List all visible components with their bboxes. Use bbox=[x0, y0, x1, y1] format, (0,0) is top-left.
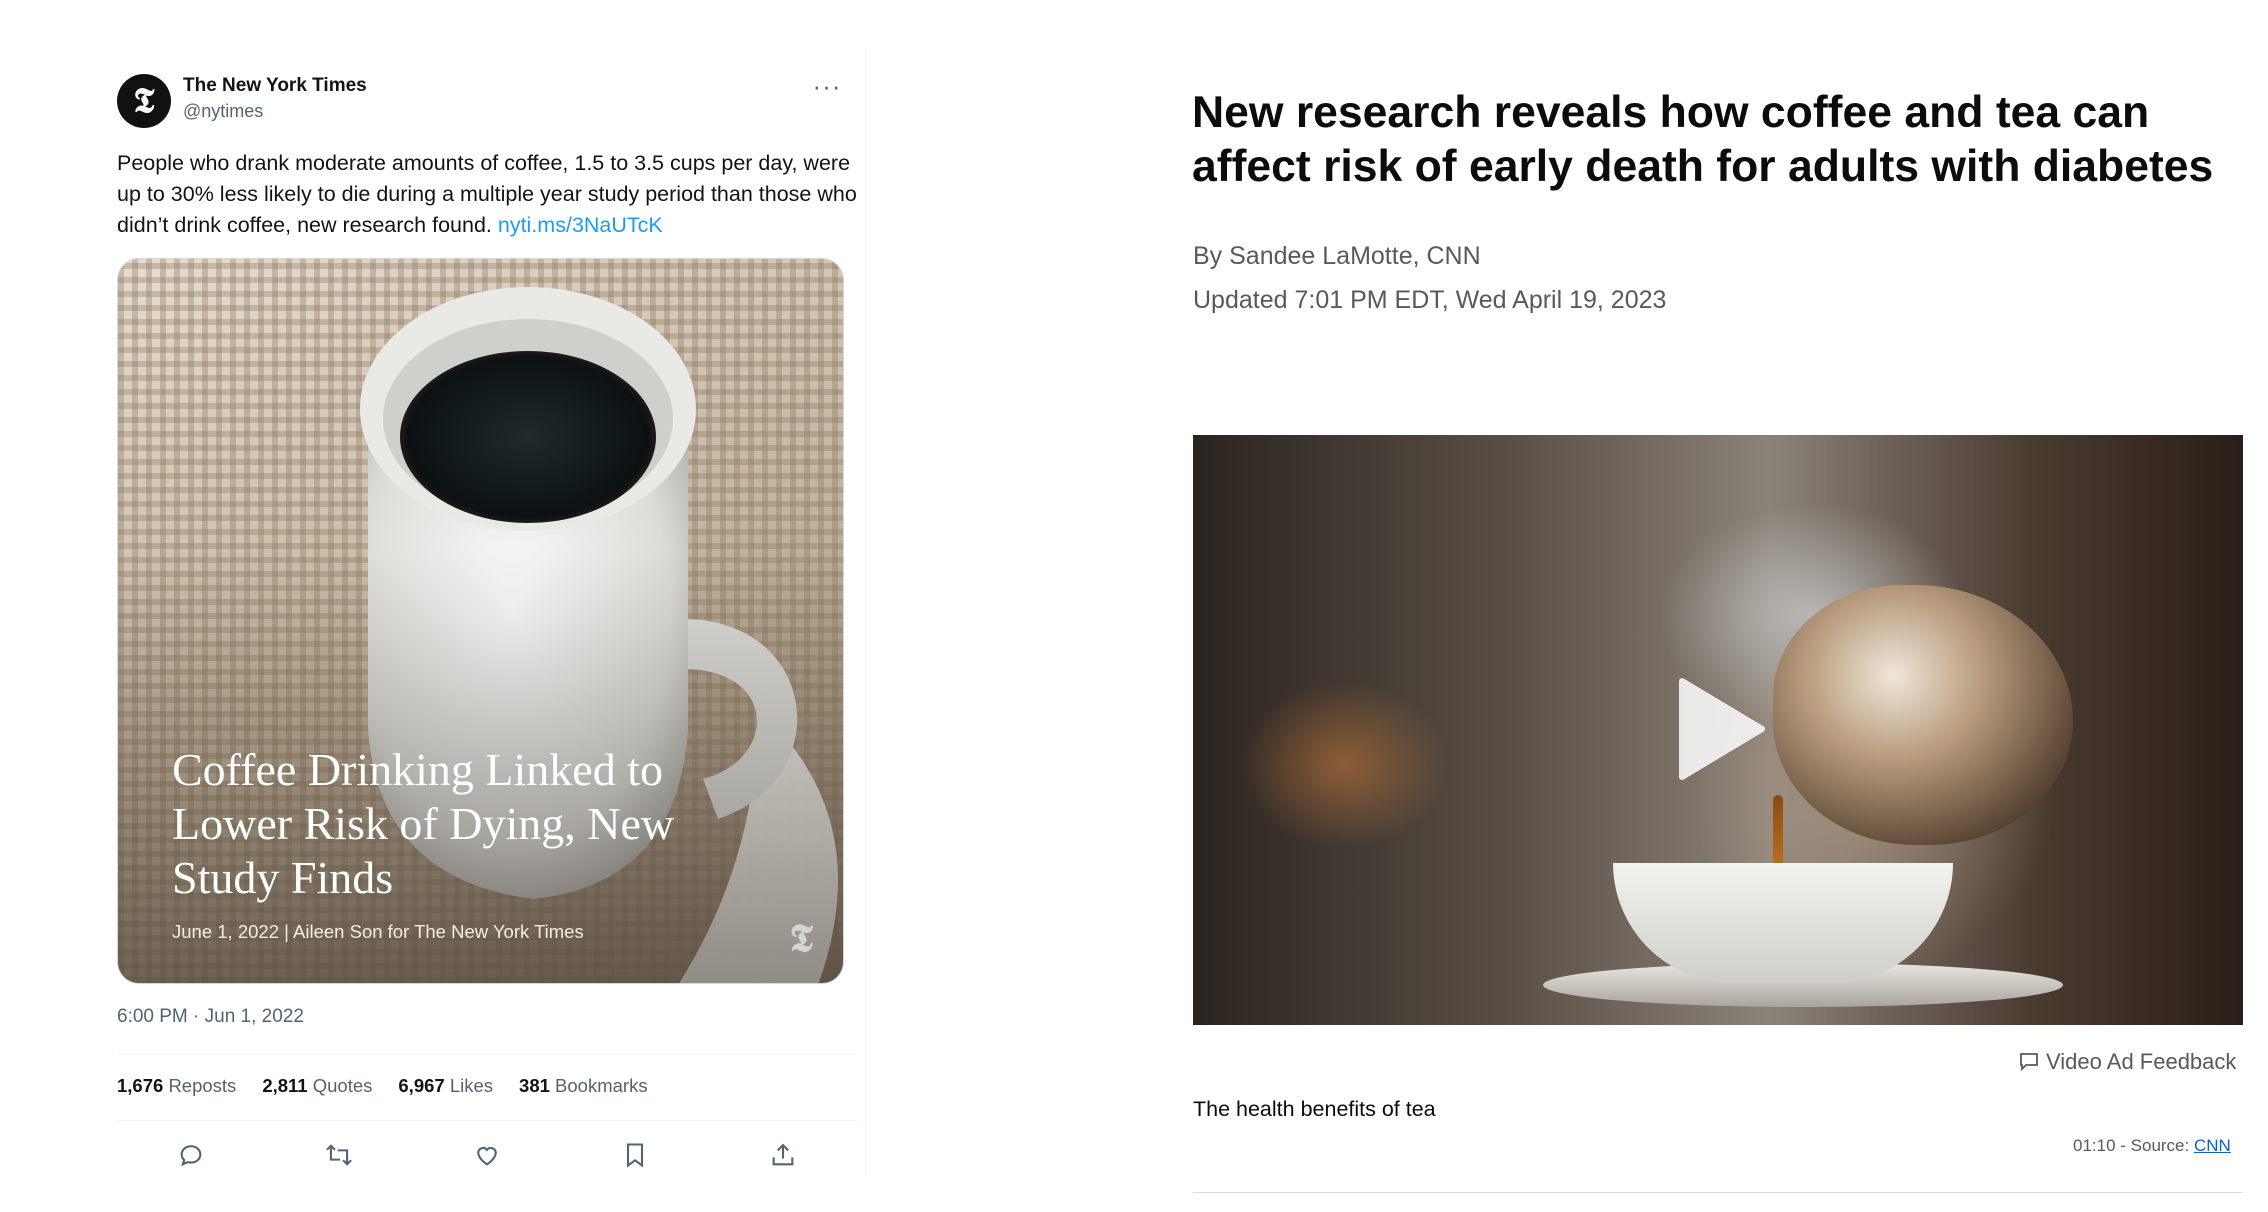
feedback-icon bbox=[2020, 1053, 2038, 1072]
play-icon[interactable] bbox=[1676, 677, 1766, 781]
bookmarks-count: 381 bbox=[519, 1075, 550, 1096]
share-icon[interactable] bbox=[761, 1133, 805, 1177]
reposts-count: 1,676 bbox=[117, 1075, 164, 1096]
nyt-logo-icon: 𝕿 bbox=[133, 81, 155, 121]
media-credit: June 1, 2022 | Aileen Son for The New Yo… bbox=[172, 921, 584, 942]
quotes-stat[interactable]: 2,811 Quotes bbox=[262, 1075, 372, 1097]
article-headline: New research reveals how coffee and tea … bbox=[1192, 88, 2214, 191]
tweet-text: People who drank moderate amounts of cof… bbox=[117, 148, 857, 241]
tweet-link[interactable]: nyti.ms/3NaUTcK bbox=[498, 213, 663, 237]
tweet-body: People who drank moderate amounts of cof… bbox=[117, 151, 857, 237]
quotes-count: 2,811 bbox=[262, 1075, 308, 1096]
reply-icon[interactable] bbox=[169, 1133, 213, 1177]
author-name[interactable]: The New York Times bbox=[183, 75, 367, 97]
bookmark-icon[interactable] bbox=[613, 1133, 657, 1177]
reposts-stat[interactable]: 1,676 Reposts bbox=[117, 1075, 236, 1097]
divider bbox=[117, 1054, 857, 1055]
likes-count: 6,967 bbox=[398, 1075, 445, 1096]
tweet-timestamp[interactable]: 6:00 PM · Jun 1, 2022 bbox=[117, 1006, 304, 1028]
tweet-stats: 1,676 Reposts 2,811 Quotes 6,967 Likes 3… bbox=[117, 1075, 648, 1097]
source-link[interactable]: CNN bbox=[2194, 1136, 2231, 1155]
divider bbox=[1193, 1192, 2243, 1193]
teapot-illustration bbox=[1773, 585, 2073, 845]
tweet-actions bbox=[117, 1130, 857, 1180]
bookmarks-label: Bookmarks bbox=[555, 1075, 648, 1096]
quotes-label: Quotes bbox=[312, 1075, 373, 1096]
video-player[interactable] bbox=[1193, 435, 2243, 1025]
article-byline: By Sandee LaMotte, CNN bbox=[1193, 242, 1481, 270]
retweet-icon[interactable] bbox=[317, 1133, 361, 1177]
tweet-media-image[interactable]: Coffee Drinking Linked to Lower Risk of … bbox=[117, 258, 844, 984]
video-source: 01:10 - Source: CNN bbox=[2073, 1136, 2231, 1156]
reposts-label: Reposts bbox=[168, 1075, 237, 1096]
nyt-watermark-icon: 𝕿 bbox=[789, 915, 813, 960]
likes-label: Likes bbox=[449, 1075, 494, 1096]
video-duration-source: 01:10 - Source: bbox=[2073, 1136, 2194, 1155]
likes-stat[interactable]: 6,967 Likes bbox=[398, 1075, 493, 1097]
more-options-icon[interactable]: ··· bbox=[807, 70, 847, 110]
video-ad-feedback-button[interactable]: Video Ad Feedback bbox=[2018, 1049, 2236, 1075]
nyt-avatar[interactable]: 𝕿 bbox=[117, 74, 171, 128]
video-ad-feedback-label: Video Ad Feedback bbox=[2046, 1049, 2237, 1074]
like-icon[interactable] bbox=[465, 1133, 509, 1177]
divider bbox=[117, 1120, 857, 1121]
tweet-card: 𝕿 The New York Times @nytimes ··· People… bbox=[104, 48, 866, 1176]
author-handle[interactable]: @nytimes bbox=[183, 101, 263, 122]
video-caption: The health benefits of tea bbox=[1193, 1097, 1436, 1121]
media-headline: Coffee Drinking Linked to Lower Risk of … bbox=[172, 744, 675, 903]
article-updated-time: Updated 7:01 PM EDT, Wed April 19, 2023 bbox=[1193, 286, 1667, 314]
bookmarks-stat[interactable]: 381 Bookmarks bbox=[519, 1075, 648, 1097]
